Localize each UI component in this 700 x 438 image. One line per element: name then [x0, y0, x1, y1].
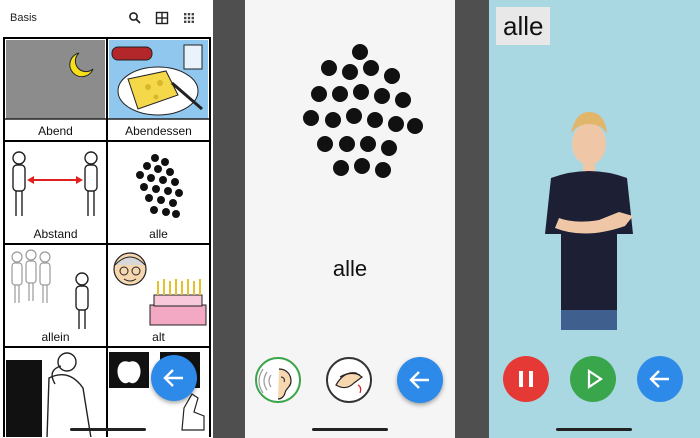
pause-icon: [519, 371, 533, 387]
tile-label: Abendessen: [125, 124, 192, 138]
pause-button[interactable]: [503, 356, 549, 402]
tile-alle[interactable]: alle: [108, 142, 209, 243]
hear-button[interactable]: [255, 357, 301, 403]
arrow-left-icon: [409, 371, 429, 389]
category-title: Basis: [10, 12, 37, 24]
tile-label: alt: [152, 330, 165, 344]
play-icon: [587, 368, 603, 390]
search-icon[interactable]: [128, 11, 142, 25]
home-indicator: [312, 428, 388, 431]
home-indicator: [70, 428, 146, 431]
tile-label: allein: [41, 330, 70, 344]
symbol-word: alle: [332, 256, 368, 281]
grid-large-icon[interactable]: [155, 11, 169, 25]
tile-abendessen[interactable]: Abendessen: [108, 39, 209, 140]
top-bar: Basis: [0, 0, 213, 36]
sign-hands-icon: [335, 372, 364, 394]
symbol-grid-screen: Basis Abend Abendessen Abstand alle alle…: [0, 0, 213, 438]
person-thinking-icon: [6, 352, 92, 437]
tile-label: alle: [149, 227, 168, 241]
sign-button[interactable]: [326, 357, 372, 403]
tile-label: Abstand: [33, 227, 78, 241]
back-button[interactable]: [397, 357, 443, 403]
home-indicator: [556, 428, 632, 431]
tile-allein[interactable]: allein: [5, 245, 106, 346]
tile-alt[interactable]: alt: [108, 245, 209, 346]
hear-icon: [258, 368, 292, 400]
sign-language-video: [545, 112, 633, 330]
tile-label: Abend: [38, 124, 73, 138]
arrow-left-icon: [163, 369, 183, 387]
symbol-detail-screen: alle: [245, 0, 455, 438]
play-button[interactable]: [570, 356, 616, 402]
tile-person-thinking[interactable]: [5, 348, 106, 437]
video-word-label: alle: [496, 7, 551, 45]
grid-small-icon[interactable]: [182, 11, 196, 25]
back-button[interactable]: [637, 356, 683, 402]
back-button[interactable]: [151, 355, 197, 401]
sign-video-screen: alle: [489, 0, 700, 438]
arrow-left-icon: [649, 370, 669, 388]
tile-abend[interactable]: Abend: [5, 39, 106, 140]
many-dots-icon: [303, 44, 423, 178]
tile-abstand[interactable]: Abstand: [5, 142, 106, 243]
